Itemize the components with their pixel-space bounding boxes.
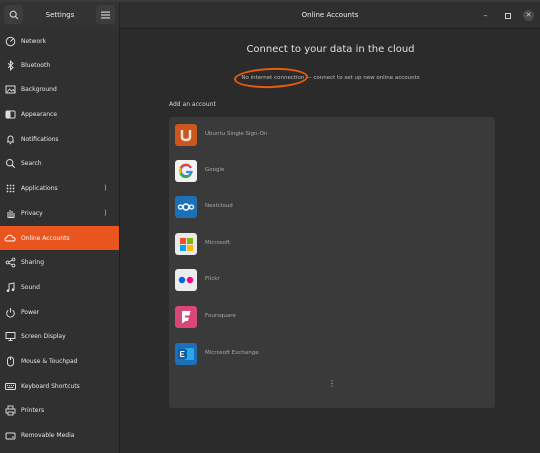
bluetooth-icon [4,59,16,71]
sidebar-item-power[interactable]: Power [0,300,119,324]
sidebar-item-label: Sharing [21,258,45,266]
sidebar-item-label: Network [21,37,47,45]
sidebar-item-bluetooth[interactable]: Bluetooth [0,53,119,77]
provider-label: Microsoft [205,240,231,246]
sidebar-header: Settings [0,2,120,29]
sidebar-item-background[interactable]: Background [0,77,119,101]
cloud-icon [4,232,16,244]
hamburger-icon [101,11,110,18]
provider-ubuntu-sso[interactable]: Ubuntu Single Sign-On [169,119,495,153]
sidebar-item-removable-media[interactable]: Removable Media [0,423,119,447]
appearance-icon [4,108,16,120]
provider-microsoft[interactable]: Microsoft [169,228,495,262]
maximize-icon [504,12,511,19]
sidebar-item-label: Background [21,85,57,93]
online-accounts-panel: Connect to your data in the cloud No int… [121,29,540,453]
chevron-right-icon: ) [104,209,107,217]
sidebar-item-label: Applications [21,184,58,192]
media-icon [4,429,16,441]
sidebar-item-notifications[interactable]: Notifications [0,127,119,151]
sidebar-item-label: Power [21,308,40,316]
section-title: Add an account [169,101,216,108]
sidebar-item-label: Printers [21,406,45,414]
ubuntu-sso-icon [175,124,197,146]
sidebar-item-online-accounts[interactable]: Online Accounts [0,226,119,250]
sidebar-item-label: Mouse & Touchpad [21,357,78,365]
mouse-icon [4,355,16,367]
foursquare-icon [175,306,197,328]
provider-label: Microsoft Exchange [205,350,259,356]
provider-google[interactable]: Google [169,155,495,189]
nextcloud-icon [175,196,197,218]
music-note-icon [4,281,16,293]
header-bar: Settings Online Accounts – ✕ [0,2,540,29]
provider-microsoft-exchange[interactable]: Microsoft Exchange [169,338,495,372]
search-icon [4,157,16,169]
menu-button[interactable] [96,5,115,24]
sidebar-item-label: Search [21,159,42,167]
annotation-circle [233,66,309,90]
provider-label: Foursquare [205,313,236,319]
bell-icon [4,133,16,145]
provider-list: Ubuntu Single Sign-On Google Nextcloud M… [169,117,495,408]
sidebar-item-label: Screen Display [21,332,66,340]
sidebar-item-sharing[interactable]: Sharing [0,250,119,274]
google-icon [175,160,197,182]
sidebar-item-label: Removable Media [21,431,75,439]
sidebar-item-applications[interactable]: Applications ) [0,176,119,200]
background-icon [4,83,16,95]
share-icon [4,256,16,268]
provider-flickr[interactable]: Flickr [169,264,495,298]
search-button[interactable] [4,5,23,24]
sidebar-item-label: Privacy [21,209,43,217]
sidebar: Network Bluetooth Background Appearance … [0,29,120,453]
page-title: Connect to your data in the cloud [246,44,415,55]
sidebar-item-label: Bluetooth [21,61,51,69]
sidebar-item-keyboard-shortcuts[interactable]: Keyboard Shortcuts [0,374,119,398]
minimize-button[interactable]: – [480,10,491,21]
flickr-icon [175,269,197,291]
sidebar-item-label: Online Accounts [21,234,70,242]
provider-label: Flickr [205,276,220,282]
sidebar-item-search[interactable]: Search [0,151,119,175]
printer-icon [4,404,16,416]
sidebar-item-screen-display[interactable]: Screen Display [0,324,119,348]
maximize-button[interactable] [502,10,513,21]
sidebar-item-printers[interactable]: Printers [0,398,119,422]
hand-icon [4,207,16,219]
sidebar-item-label: Notifications [21,135,59,143]
chevron-right-icon: ) [104,184,107,192]
sidebar-item-label: Keyboard Shortcuts [21,382,80,390]
close-button[interactable]: ✕ [523,10,534,21]
sidebar-item-sound[interactable]: Sound [0,275,119,299]
sidebar-item-privacy[interactable]: Privacy ) [0,201,119,225]
close-icon: ✕ [525,11,532,19]
sidebar-item-label: Sound [21,283,40,291]
provider-label: Ubuntu Single Sign-On [205,131,268,137]
sidebar-item-appearance[interactable]: Appearance [0,102,119,126]
power-icon [4,306,16,318]
microsoft-icon [175,233,197,255]
grid-icon [4,182,16,194]
offline-message: No internet connection — connect to set … [241,75,420,81]
keyboard-icon [4,380,16,392]
provider-label: Google [205,167,225,173]
minimize-icon: – [483,10,488,20]
search-icon [9,10,18,19]
sidebar-item-label: Appearance [21,110,58,118]
provider-foursquare[interactable]: Foursquare [169,301,495,335]
provider-label: Nextcloud [205,203,233,209]
network-icon [4,35,16,47]
display-icon [4,330,16,342]
settings-title: Settings [45,11,75,19]
more-providers-button[interactable]: ⋮ [328,380,336,388]
provider-nextcloud[interactable]: Nextcloud [169,191,495,225]
sidebar-item-mouse-touchpad[interactable]: Mouse & Touchpad [0,349,119,373]
window-title: Online Accounts [301,11,359,19]
exchange-icon [175,343,197,365]
sidebar-item-network[interactable]: Network [0,29,119,53]
